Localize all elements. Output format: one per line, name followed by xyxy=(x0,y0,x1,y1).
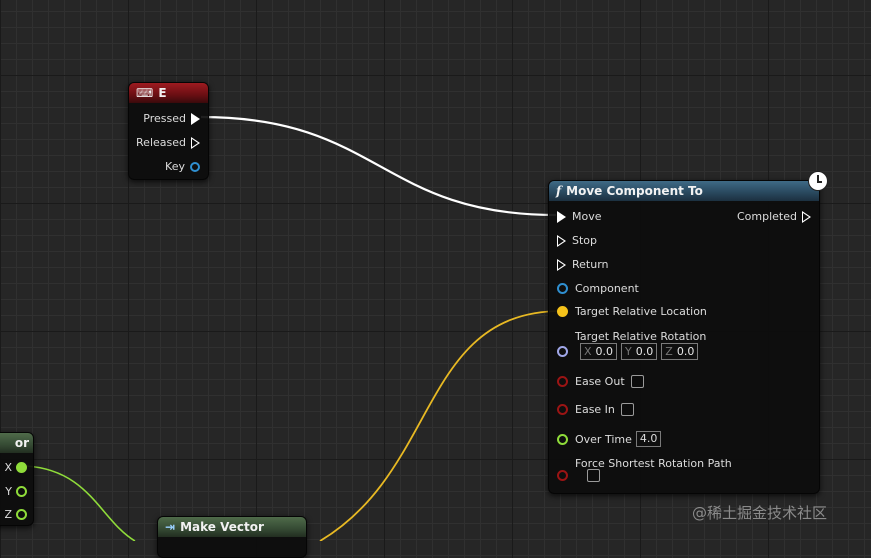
key-e-node-header[interactable]: ⌨ E xyxy=(129,83,208,103)
float-pin-y[interactable] xyxy=(16,486,27,497)
pin-row-pressed: Pressed xyxy=(143,112,200,125)
pin-label-released: Released xyxy=(136,136,186,149)
watermark-text: @稀土掘金技术社区 xyxy=(692,504,828,522)
rotation-z-value: 0.0 xyxy=(676,345,695,358)
bool-pin-force-shortest[interactable] xyxy=(557,470,568,481)
key-e-node-title: E xyxy=(158,86,167,100)
bool-pin-ease-out[interactable] xyxy=(557,376,568,387)
rotation-y-value: 0.0 xyxy=(635,345,654,358)
rotation-x-label: X xyxy=(584,345,592,358)
break-vector-node[interactable]: or X Y Z xyxy=(0,432,34,526)
function-icon: f xyxy=(556,184,562,198)
pin-row-ease-out: Ease Out xyxy=(557,375,644,388)
pin-label-y: Y xyxy=(5,485,12,498)
exec-wire-pressed-to-move xyxy=(200,115,557,217)
pin-row-target-location: Target Relative Location xyxy=(557,305,707,318)
exec-pin-move[interactable] xyxy=(557,210,566,223)
pin-row-component: Component xyxy=(557,282,639,295)
exec-pin-completed[interactable] xyxy=(802,210,811,223)
pin-row-over-time: Over Time 4.0 xyxy=(557,431,662,447)
pin-label-component: Component xyxy=(575,282,639,295)
exec-pin-return[interactable] xyxy=(557,258,566,271)
make-vector-node[interactable]: ⇥ Make Vector xyxy=(157,516,307,558)
ease-in-checkbox[interactable] xyxy=(620,403,634,416)
pin-label-ease-in: Ease In xyxy=(575,403,615,416)
pin-row-z: Z xyxy=(4,508,27,521)
vector-pin-target-location[interactable] xyxy=(557,306,568,317)
pin-label-row-target-rotation: Target Relative Rotation xyxy=(557,330,706,343)
float-pin-z[interactable] xyxy=(16,509,27,520)
ease-out-checkbox[interactable] xyxy=(630,375,644,388)
exec-pin-released[interactable] xyxy=(191,136,200,149)
rotation-fields: X 0.0 Y 0.0 Z 0.0 xyxy=(580,343,702,360)
move-component-to-node[interactable]: f Move Component To Move Completed Stop … xyxy=(548,180,820,494)
pin-label-over-time: Over Time xyxy=(575,432,632,446)
make-vector-node-header[interactable]: ⇥ Make Vector xyxy=(158,517,306,537)
pin-label-z: Z xyxy=(4,508,12,521)
keyboard-icon: ⌨ xyxy=(136,86,154,100)
exec-pin-stop[interactable] xyxy=(557,234,566,247)
float-wire-from-x xyxy=(25,465,136,541)
make-struct-icon: ⇥ xyxy=(165,520,176,534)
object-pin-component[interactable] xyxy=(557,283,568,294)
rotation-y-label: Y xyxy=(625,345,632,358)
vector-wire-to-target-location xyxy=(319,310,563,541)
pin-label-key: Key xyxy=(165,160,185,173)
move-component-node-header[interactable]: f Move Component To xyxy=(549,181,819,201)
rotation-x-field[interactable]: X 0.0 xyxy=(580,343,618,360)
float-pin-over-time[interactable] xyxy=(557,433,568,445)
pin-label-ease-out: Ease Out xyxy=(575,375,625,388)
pin-row-ease-in: Ease In xyxy=(557,403,634,416)
force-shortest-checkbox[interactable] xyxy=(587,469,600,482)
pin-row-y: Y xyxy=(5,485,27,498)
float-pin-x[interactable] xyxy=(16,462,27,473)
rotation-y-field[interactable]: Y 0.0 xyxy=(621,343,658,360)
rotation-z-field[interactable]: Z 0.0 xyxy=(661,343,699,360)
pin-row-completed: Completed xyxy=(737,210,811,223)
move-component-node-title: Move Component To xyxy=(566,184,703,198)
pin-row-x: X xyxy=(4,461,27,474)
pin-label-return: Return xyxy=(572,258,609,271)
pin-row-target-rotation: X 0.0 Y 0.0 Z 0.0 xyxy=(557,343,702,360)
pin-row-key: Key xyxy=(165,160,200,173)
pin-row-move: Move xyxy=(557,210,602,223)
pin-label-target-location: Target Relative Location xyxy=(575,305,707,318)
key-e-event-node[interactable]: ⌨ E Pressed Released Key xyxy=(128,82,209,180)
pin-row-return: Return xyxy=(557,258,609,271)
bool-pin-ease-in[interactable] xyxy=(557,404,568,415)
pin-label-move: Move xyxy=(572,210,602,223)
pin-label-pressed: Pressed xyxy=(143,112,186,125)
clock-icon xyxy=(808,171,828,191)
pin-row-stop: Stop xyxy=(557,234,597,247)
pin-label-target-rotation: Target Relative Rotation xyxy=(575,330,707,343)
break-vector-node-title: or xyxy=(14,436,29,450)
pin-label-stop: Stop xyxy=(572,234,598,247)
rotator-pin-target-rotation[interactable] xyxy=(557,346,568,357)
rotation-x-value: 0.0 xyxy=(595,345,614,358)
make-vector-node-title: Make Vector xyxy=(180,520,264,534)
pin-label-completed: Completed xyxy=(737,210,797,223)
pin-row-force-shortest xyxy=(557,469,600,482)
struct-pin-key[interactable] xyxy=(190,161,200,172)
pin-label-x: X xyxy=(4,461,12,474)
pin-row-released: Released xyxy=(136,136,200,149)
rotation-z-label: Z xyxy=(665,345,673,358)
exec-pin-pressed[interactable] xyxy=(191,112,200,125)
break-vector-node-header[interactable]: or xyxy=(0,433,33,453)
over-time-input[interactable]: 4.0 xyxy=(635,431,662,447)
